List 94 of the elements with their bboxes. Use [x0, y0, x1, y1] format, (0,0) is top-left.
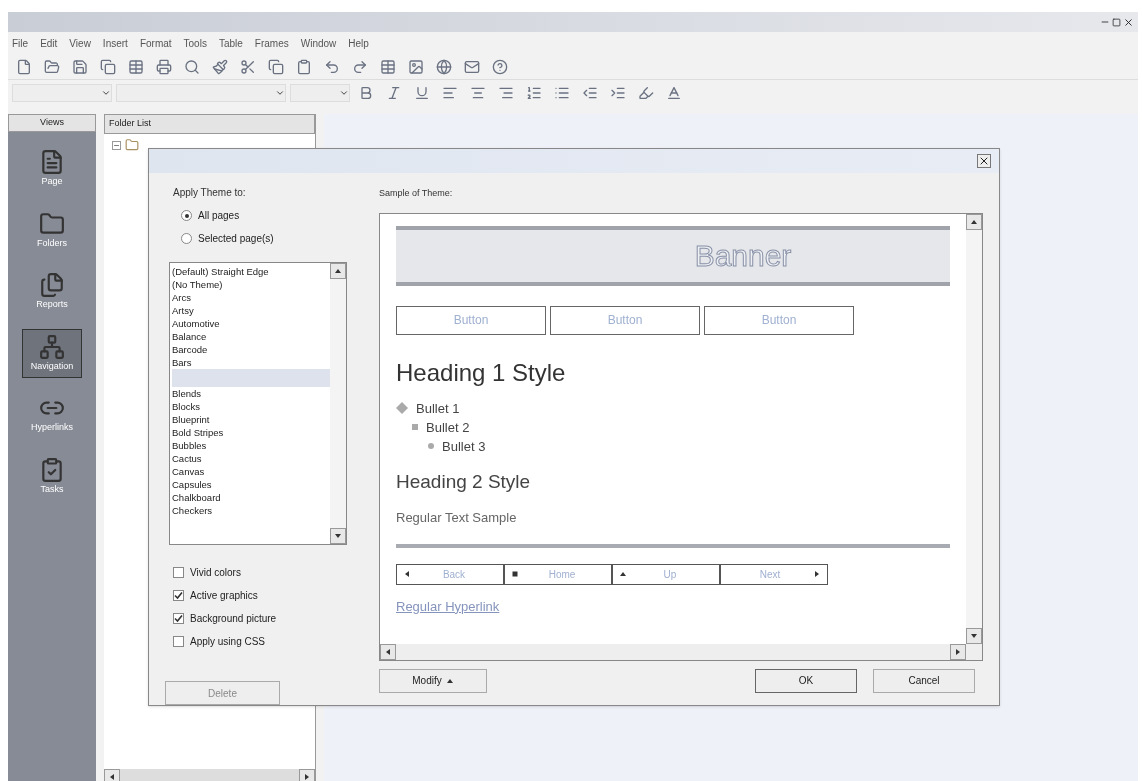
radio-label: Selected page(s): [198, 232, 274, 246]
checkbox[interactable]: [173, 613, 184, 624]
view-icon: [39, 210, 65, 237]
bullet-text: Bullet 3: [442, 437, 486, 456]
vertical-scrollbar[interactable]: [330, 263, 346, 544]
scroll-arrow-button[interactable]: [330, 528, 346, 544]
bullet-text: Bullet 1: [416, 399, 460, 418]
theme-item[interactable]: Barcode: [172, 343, 330, 356]
ok-button[interactable]: OK: [755, 668, 857, 693]
vertical-scrollbar[interactable]: [966, 213, 982, 644]
theme-item[interactable]: Blends: [172, 387, 330, 400]
view-icon: [39, 456, 65, 483]
checkbox[interactable]: [173, 567, 184, 578]
modify-button[interactable]: Modify: [379, 668, 487, 693]
theme-item[interactable]: Blueprint: [172, 413, 330, 426]
up-arrow-icon: [619, 570, 627, 578]
left-arrow-icon: [403, 570, 411, 578]
banner: Banner: [396, 225, 950, 286]
radio-label: All pages: [198, 209, 240, 223]
theme-item[interactable]: Bubbles: [172, 439, 330, 452]
square-bullet-icon: [412, 424, 418, 430]
horizontal-scrollbar[interactable]: [380, 643, 982, 660]
theme-item[interactable]: Canvas: [172, 465, 330, 478]
menu-item[interactable]: View: [69, 35, 91, 51]
sample-label: Sample of Theme:: [379, 187, 454, 200]
heading-2: Heading 2 Style: [396, 469, 532, 494]
up-arrow-icon: [334, 267, 342, 275]
theme-item[interactable]: Bars: [172, 356, 330, 369]
caret-icon: [339, 88, 349, 98]
menu-item[interactable]: Help: [348, 35, 369, 51]
scroll-arrow-button[interactable]: [950, 643, 966, 660]
radio-button[interactable]: [181, 210, 192, 221]
cancel-button[interactable]: Cancel: [873, 668, 975, 693]
folder-list-header: Folder List: [104, 114, 315, 134]
checkbox[interactable]: [173, 590, 184, 601]
theme-item[interactable]: Artsy: [172, 304, 330, 317]
heading-1: Heading 1 Style: [396, 357, 567, 388]
horizontal-scrollbar[interactable]: [104, 769, 315, 781]
menu-item[interactable]: Insert: [102, 35, 128, 51]
views-header: Views: [8, 114, 96, 132]
view-icon: [39, 149, 65, 175]
dot-bullet-icon: [428, 443, 434, 449]
menu-item[interactable]: Frames: [254, 35, 289, 51]
menu-item[interactable]: Edit: [40, 35, 58, 51]
scroll-arrow-button[interactable]: [966, 627, 982, 644]
apply-theme-label: Apply Theme to:: [173, 186, 247, 200]
caret-icon: [101, 88, 111, 98]
scroll-arrow-button[interactable]: [380, 643, 396, 660]
scroll-arrow-button[interactable]: [104, 769, 120, 781]
left-arrow-icon: [384, 647, 392, 656]
collapse-toggle-icon[interactable]: [112, 140, 121, 150]
theme-item[interactable]: Chalkboard: [172, 491, 330, 504]
menu-item[interactable]: Window: [300, 35, 337, 51]
right-arrow-icon: [303, 773, 311, 781]
bullet-text: Bullet 2: [426, 418, 470, 437]
maximize-icon[interactable]: [1112, 17, 1121, 27]
right-arrow-icon: [954, 647, 962, 656]
theme-item[interactable]: Bold Stripes: [172, 426, 330, 439]
scroll-arrow-button[interactable]: [299, 769, 315, 781]
theme-item[interactable]: Checkers: [172, 504, 330, 517]
theme-item[interactable]: (Default) Straight Edge: [172, 265, 330, 278]
close-icon[interactable]: [977, 154, 991, 168]
right-arrow-icon: [813, 570, 821, 578]
menu-item[interactable]: Table: [218, 35, 243, 51]
down-arrow-icon: [334, 532, 342, 540]
theme-item[interactable]: Capsules: [172, 478, 330, 491]
theme-item[interactable]: Arcs: [172, 291, 330, 304]
view-button[interactable]: Navigation: [22, 328, 82, 378]
folder-icon: [125, 138, 139, 152]
diamond-bullet-icon: [396, 402, 408, 414]
theme-item[interactable]: Automotive: [172, 317, 330, 330]
checkbox-label: Apply using CSS: [190, 635, 266, 649]
theme-item[interactable]: Balance: [172, 330, 330, 343]
theme-item[interactable]: Cactus: [172, 452, 330, 465]
radio-button[interactable]: [181, 233, 192, 244]
scroll-arrow-button[interactable]: [966, 213, 982, 230]
view-icon: [39, 272, 65, 298]
left-arrow-icon: [108, 773, 116, 781]
theme-item[interactable]: Blocks: [172, 400, 330, 413]
view-icon: [39, 333, 65, 360]
checkbox-label: Active graphics: [190, 589, 258, 603]
theme-item[interactable]: (No Theme): [172, 278, 330, 291]
menu-item[interactable]: File: [12, 35, 29, 51]
close-icon[interactable]: [1123, 16, 1134, 28]
regular-text: Regular Text Sample: [396, 509, 518, 527]
scroll-arrow-button[interactable]: [330, 263, 346, 279]
theme-list[interactable]: (Default) Straight Edge (No Theme) Arcs Artsy Automotive Balance Barcode Bars Blends Blocks Blueprint Bold Stripes Bubbles Cactus Canvas Capsules Chalkboard Checkers: [169, 262, 347, 545]
menu-item[interactable]: Format: [139, 35, 172, 51]
checkbox[interactable]: [173, 636, 184, 647]
caret-icon: [275, 88, 285, 98]
down-arrow-icon: [970, 631, 978, 640]
menu-item[interactable]: Tools: [183, 35, 207, 51]
checkbox-label: Background picture: [190, 612, 277, 626]
checkbox-label: Vivid colors: [190, 566, 241, 580]
